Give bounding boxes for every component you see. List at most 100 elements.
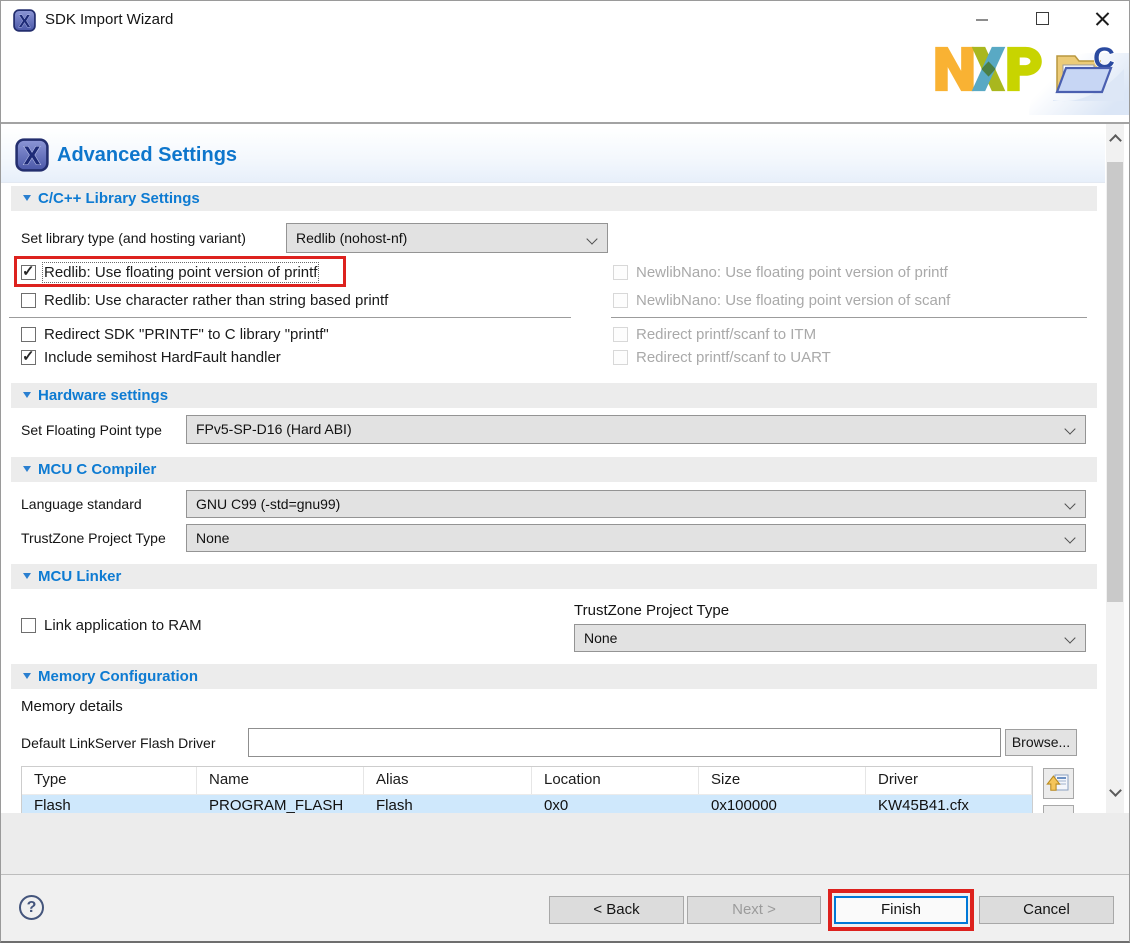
c-folder-import-icon: C [1049,37,1125,103]
checkbox-icon[interactable] [21,293,36,308]
cell-driver: KW45B41.cfx [866,795,1032,813]
checkbox-icon [613,350,628,365]
trustzone-type-value: None [196,530,229,546]
checkbox-redlib-char-printf[interactable]: Redlib: Use character rather than string… [21,291,388,313]
chevron-down-icon [1064,423,1075,434]
checkbox-redirect-uart: Redirect printf/scanf to UART [613,348,831,370]
column-header[interactable]: Name [197,767,364,794]
page-title: Advanced Settings [57,144,237,167]
language-standard-label: Language standard [21,496,142,512]
checkbox-newlibnano-float-scanf: NewlibNano: Use floating point version o… [613,291,950,313]
checkbox-icon[interactable] [21,327,36,342]
cell-alias: Flash [364,795,532,813]
checkbox-label: NewlibNano: Use floating point version o… [636,292,950,309]
checkbox-label: Redirect printf/scanf to ITM [636,326,816,343]
chevron-down-icon [1064,498,1075,509]
column-header[interactable]: Size [699,767,866,794]
checkbox-label: Redlib: Use floating point version of pr… [44,264,317,281]
memory-details-label: Memory details [21,698,123,715]
scroll-up-icon[interactable] [1109,134,1122,147]
library-type-value: Redlib (nohost-nf) [296,230,407,246]
sdk-import-wizard-window: X SDK Import Wizard C X Advance [0,0,1130,943]
library-type-label: Set library type (and hosting variant) [21,230,246,246]
memory-table: Type Name Alias Location Size Driver Fla… [21,766,1033,813]
chevron-down-icon [586,233,597,244]
section-title: Memory Configuration [38,668,198,685]
cell-size: 0x100000 [699,795,866,813]
table-row[interactable]: Flash PROGRAM_FLASH Flash 0x0 0x100000 K… [22,795,1032,813]
section-hardware-settings[interactable]: Hardware settings [11,383,1097,408]
browse-button[interactable]: Browse... [1005,729,1077,756]
cell-name: PROGRAM_FLASH [197,795,364,813]
section-memory-configuration[interactable]: Memory Configuration [11,664,1097,689]
library-type-dropdown[interactable]: Redlib (nohost-nf) [286,223,608,253]
help-button[interactable]: ? [19,895,44,920]
checkbox-icon[interactable] [21,265,36,280]
next-button: Next > [687,896,821,924]
divider [611,317,1087,318]
settings-panel: X Advanced Settings C/C++ Library Settin… [1,124,1105,813]
button-bar: ? < Back Next > Finish Cancel [1,875,1129,943]
column-header[interactable]: Location [532,767,699,794]
section-library-settings[interactable]: C/C++ Library Settings [11,186,1097,211]
chevron-down-icon [1064,632,1075,643]
section-mcu-linker[interactable]: MCU Linker [11,564,1097,589]
section-mcu-c-compiler[interactable]: MCU C Compiler [11,457,1097,482]
section-title: MCU C Compiler [38,461,156,478]
fp-type-label: Set Floating Point type [21,422,162,438]
checkbox-redirect-itm: Redirect printf/scanf to ITM [613,325,816,347]
fp-type-dropdown[interactable]: FPv5-SP-D16 (Hard ABI) [186,415,1086,444]
column-header[interactable]: Type [22,767,197,794]
maximize-icon[interactable] [1019,3,1065,35]
lower-spacer [1,813,1129,874]
checkbox-icon [613,265,628,280]
trustzone-type-dropdown[interactable]: None [186,524,1086,552]
collapse-triangle-icon [23,673,31,679]
checkbox-label: NewlibNano: Use floating point version o… [636,264,948,281]
move-row-down-button[interactable] [1043,805,1074,813]
svg-text:X: X [23,143,40,171]
move-up-icon [1044,769,1073,798]
scroll-down-icon[interactable] [1109,784,1122,797]
move-row-up-button[interactable] [1043,768,1074,799]
collapse-triangle-icon [23,392,31,398]
finish-button[interactable]: Finish [834,896,968,924]
vertical-scrollbar[interactable] [1106,124,1124,813]
trustzone-type-label: TrustZone Project Type [21,530,166,546]
advanced-settings-icon: X [15,138,49,172]
linker-trustzone-dropdown[interactable]: None [574,624,1086,652]
checkbox-redlib-float-printf[interactable]: Redlib: Use floating point version of pr… [21,263,317,285]
cancel-button[interactable]: Cancel [979,896,1114,924]
column-header[interactable]: Alias [364,767,532,794]
fp-type-value: FPv5-SP-D16 (Hard ABI) [196,421,352,437]
language-standard-dropdown[interactable]: GNU C99 (-std=gnu99) [186,490,1086,518]
advanced-settings-header: X Advanced Settings [1,128,1105,183]
checkbox-label: Redirect printf/scanf to UART [636,349,831,366]
flash-driver-input[interactable] [248,728,1001,757]
checkbox-label: Redirect SDK "PRINTF" to C library "prin… [44,326,329,343]
checkbox-redirect-sdk-printf[interactable]: Redirect SDK "PRINTF" to C library "prin… [21,325,329,347]
back-button[interactable]: < Back [549,896,684,924]
checkbox-icon [613,293,628,308]
section-title: MCU Linker [38,568,121,585]
column-header[interactable]: Driver [866,767,1032,794]
close-icon[interactable] [1079,3,1125,35]
language-standard-value: GNU C99 (-std=gnu99) [196,496,340,512]
table-header-row: Type Name Alias Location Size Driver [22,767,1032,795]
cell-location: 0x0 [532,795,699,813]
scrollbar-thumb[interactable] [1107,162,1123,602]
checkbox-icon[interactable] [21,350,36,365]
nxp-logo [935,45,1043,93]
minimize-icon[interactable] [959,3,1005,35]
app-icon: X [13,9,36,32]
window-title: SDK Import Wizard [45,11,173,28]
cell-type: Flash [22,795,197,813]
checkbox-newlibnano-float-printf: NewlibNano: Use floating point version o… [613,263,948,285]
section-title: C/C++ Library Settings [38,190,200,207]
svg-text:X: X [19,11,31,31]
checkbox-semihost-hardfault[interactable]: Include semihost HardFault handler [21,348,281,370]
section-title: Hardware settings [38,387,168,404]
checkbox-icon[interactable] [21,618,36,633]
collapse-triangle-icon [23,466,31,472]
checkbox-link-to-ram[interactable]: Link application to RAM [21,616,202,638]
